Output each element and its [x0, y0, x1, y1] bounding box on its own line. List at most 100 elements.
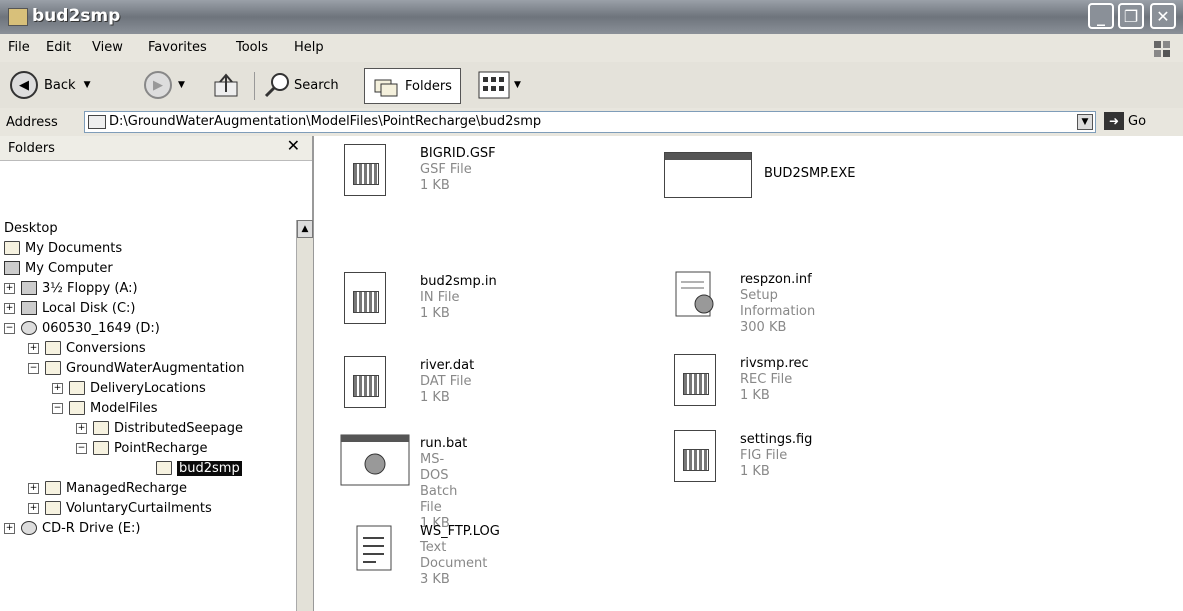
close-icon[interactable]: ✕ [287, 136, 300, 155]
expand-icon[interactable]: + [52, 382, 63, 394]
tree-item-label: Conversions [66, 340, 146, 356]
chevron-down-icon[interactable]: ▼ [514, 80, 521, 90]
menu-favorites[interactable]: Favorites [148, 40, 207, 55]
file-type: DAT File [420, 374, 472, 389]
chevron-down-icon[interactable]: ▼ [84, 80, 91, 90]
expand-icon[interactable]: + [4, 302, 15, 314]
up-folder-button[interactable] [212, 68, 242, 102]
tree-item-voluntarycurtailments[interactable]: + VoluntaryCurtailments [28, 498, 212, 518]
expand-icon[interactable]: + [4, 522, 15, 534]
documents-icon [4, 241, 20, 255]
back-arrow-icon: ◀ [10, 71, 38, 99]
forward-arrow-icon: ▶ [144, 71, 172, 99]
tree-item-label: 060530_1649 (D:) [42, 320, 160, 336]
collapse-icon[interactable]: − [4, 322, 15, 334]
open-folder-icon [156, 461, 172, 475]
tree-item-deliverylocations[interactable]: + DeliveryLocations [52, 378, 206, 398]
search-button[interactable]: Search [262, 68, 339, 102]
tree-item-label: PointRecharge [114, 440, 208, 456]
search-icon [264, 73, 289, 98]
file-name: bud2smp.in [420, 274, 497, 289]
title-bar[interactable]: bud2smp _ ❐ ✕ [0, 0, 1183, 34]
address-path: D:\GroundWaterAugmentation\ModelFiles\Po… [109, 114, 542, 129]
tree-item-drive-d[interactable]: − 060530_1649 (D:) [4, 318, 160, 338]
tree-item-local-disk[interactable]: + Local Disk (C:) [4, 298, 135, 318]
tree-item-distributedseepage[interactable]: + DistributedSeepage [76, 418, 243, 438]
text-document-icon [354, 522, 400, 574]
tree-item-cd-r-drive[interactable]: + CD-R Drive (E:) [4, 518, 140, 538]
address-input[interactable]: D:\GroundWaterAugmentation\ModelFiles\Po… [84, 111, 1096, 133]
menu-tools[interactable]: Tools [236, 40, 268, 55]
back-button[interactable]: ◀ Back ▼ [10, 68, 90, 102]
go-button[interactable]: ➜ Go [1104, 112, 1146, 130]
views-button[interactable]: ▼ [478, 68, 521, 102]
collapse-icon[interactable]: − [28, 362, 39, 374]
expand-icon[interactable]: + [28, 482, 39, 494]
tree-item-label: Local Disk (C:) [42, 300, 136, 316]
go-label: Go [1128, 113, 1147, 129]
expand-icon[interactable]: + [28, 342, 39, 354]
tree-scrollbar[interactable]: ▲ [296, 220, 313, 611]
expand-icon[interactable]: + [28, 502, 39, 514]
menu-help[interactable]: Help [294, 40, 324, 55]
folder-icon [45, 481, 61, 495]
file-size: 1 KB [420, 306, 450, 321]
tree-item-groundwateraugmentation[interactable]: − GroundWaterAugmentation [28, 358, 245, 378]
expand-icon[interactable]: + [76, 422, 87, 434]
folder-icon [8, 8, 28, 26]
document-icon [674, 354, 720, 406]
document-icon [344, 144, 390, 196]
tree-item-modelfiles[interactable]: − ModelFiles [52, 398, 158, 418]
tree-item-label: My Documents [25, 240, 123, 256]
cd-drive-icon [21, 321, 37, 335]
tree-item-bud2smp[interactable]: bud2smp [156, 458, 242, 478]
expand-icon[interactable]: + [4, 282, 15, 294]
tree-item-label: My Computer [25, 260, 113, 276]
tree-item-my-computer[interactable]: My Computer [4, 258, 113, 278]
file-list-pane: BIGRID.GSF GSF File 1 KB BUD2SMP.EXE bud… [314, 136, 1183, 611]
file-type: Text Document [420, 540, 488, 571]
tree-item-pointrecharge[interactable]: − PointRecharge [76, 438, 207, 458]
file-type: Setup Information [740, 288, 816, 319]
forward-button[interactable]: ▶ ▼ [144, 68, 185, 102]
go-arrow-icon: ➜ [1104, 112, 1124, 130]
tree-item-label: VoluntaryCurtailments [66, 500, 212, 516]
file-type: FIG File [740, 448, 788, 463]
scroll-up-icon[interactable]: ▲ [297, 220, 313, 238]
computer-icon [4, 261, 20, 275]
file-type: GSF File [420, 162, 472, 177]
hard-drive-icon [21, 301, 37, 315]
up-folder-icon [214, 73, 238, 97]
tree-item-my-documents[interactable]: My Documents [4, 238, 122, 258]
folder-icon [45, 501, 61, 515]
file-size: 300 KB [740, 320, 787, 335]
application-icon [664, 152, 752, 198]
views-icon [478, 71, 510, 99]
tree-item-floppy[interactable]: + 3½ Floppy (A:) [4, 278, 138, 298]
chevron-down-icon[interactable]: ▼ [1077, 114, 1093, 130]
chevron-down-icon[interactable]: ▼ [178, 80, 185, 90]
file-size: 1 KB [420, 178, 450, 193]
file-size: 3 KB [420, 572, 450, 587]
folder-icon [69, 401, 85, 415]
tree-item-managedrecharge[interactable]: + ManagedRecharge [28, 478, 187, 498]
setup-information-icon [672, 270, 718, 322]
maximize-button[interactable]: ❐ [1118, 3, 1144, 29]
folders-pane-title: Folders [8, 141, 55, 156]
menu-edit[interactable]: Edit [46, 40, 71, 55]
search-label: Search [294, 77, 339, 93]
collapse-icon[interactable]: − [52, 402, 63, 414]
tree-item-desktop[interactable]: Desktop [4, 218, 58, 238]
tree-item-conversions[interactable]: + Conversions [28, 338, 146, 358]
folders-pane-header: Folders ✕ [0, 136, 312, 161]
menu-file[interactable]: File [8, 40, 30, 55]
close-button[interactable]: ✕ [1150, 3, 1176, 29]
toolbar: ◀ Back ▼ ▶ ▼ Search Folders ▼ [0, 62, 1183, 109]
menu-view[interactable]: View [92, 40, 123, 55]
file-name: WS_FTP.LOG [420, 524, 500, 539]
collapse-icon[interactable]: − [76, 442, 87, 454]
folders-button[interactable]: Folders [364, 68, 461, 104]
address-bar: Address D:\GroundWaterAugmentation\Model… [0, 108, 1183, 137]
file-size: 1 KB [740, 464, 770, 479]
minimize-button[interactable]: _ [1088, 3, 1114, 29]
